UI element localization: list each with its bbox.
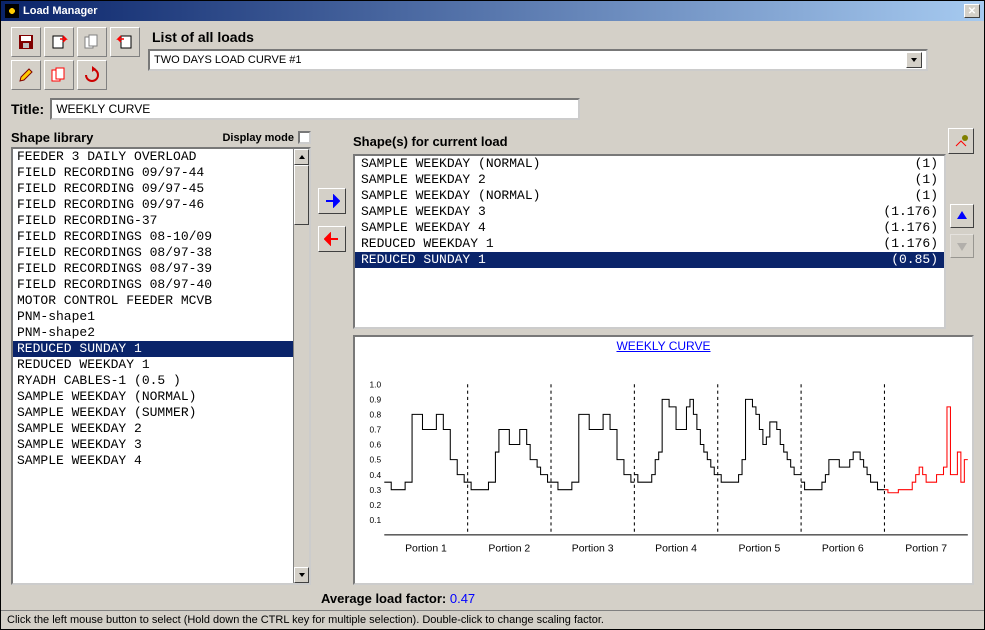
shapes-for-load-label: Shape(s) for current load xyxy=(353,132,508,151)
svg-text:0.7: 0.7 xyxy=(370,425,382,435)
list-item[interactable]: MOTOR CONTROL FEEDER MCVB xyxy=(13,293,293,309)
dropdown-arrow-icon xyxy=(906,52,922,68)
svg-text:Portion 4: Portion 4 xyxy=(655,544,697,555)
load-manager-window: Load Manager ✕ List of all loads TWO DAY… xyxy=(0,0,985,630)
shape-item[interactable]: SAMPLE WEEKDAY (NORMAL)(1) xyxy=(355,156,944,172)
edit-button[interactable] xyxy=(11,60,41,90)
shape-library-list[interactable]: FEEDER 3 DAILY OVERLOADFIELD RECORDING 0… xyxy=(11,147,311,585)
save-button[interactable] xyxy=(11,27,41,57)
svg-text:Portion 3: Portion 3 xyxy=(572,544,614,555)
list-item[interactable]: FIELD RECORDINGS 08/97-39 xyxy=(13,261,293,277)
avg-load-label: Average load factor: xyxy=(321,591,446,606)
shape-library-label: Shape library xyxy=(11,130,93,145)
svg-text:0.4: 0.4 xyxy=(370,470,382,480)
chart-title: WEEKLY CURVE xyxy=(355,337,972,355)
list-item[interactable]: FIELD RECORDING-37 xyxy=(13,213,293,229)
list-item[interactable]: REDUCED SUNDAY 1 xyxy=(13,341,293,357)
scroll-up-button[interactable] xyxy=(294,149,309,165)
list-item[interactable]: SAMPLE WEEKDAY 4 xyxy=(13,453,293,469)
svg-text:0.9: 0.9 xyxy=(370,394,382,404)
svg-text:0.8: 0.8 xyxy=(370,410,382,420)
move-up-button[interactable] xyxy=(950,204,974,228)
svg-text:Portion 2: Portion 2 xyxy=(488,544,530,555)
display-mode-label: Display mode xyxy=(222,132,294,144)
status-bar: Click the left mouse button to select (H… xyxy=(1,610,984,629)
svg-text:0.3: 0.3 xyxy=(370,485,382,495)
window-title: Load Manager xyxy=(23,5,98,17)
svg-text:Portion 1: Portion 1 xyxy=(405,544,447,555)
scroll-down-button[interactable] xyxy=(294,567,309,583)
loads-dropdown[interactable]: TWO DAYS LOAD CURVE #1 xyxy=(148,49,928,71)
shape-item[interactable]: SAMPLE WEEKDAY 2(1) xyxy=(355,172,944,188)
shape-item[interactable]: SAMPLE WEEKDAY 4(1.176) xyxy=(355,220,944,236)
svg-text:0.5: 0.5 xyxy=(370,455,382,465)
shape-item[interactable]: REDUCED SUNDAY 1(0.85) xyxy=(355,252,944,268)
list-item[interactable]: PNM-shape1 xyxy=(13,309,293,325)
scrollbar[interactable] xyxy=(293,149,309,583)
list-item[interactable]: SAMPLE WEEKDAY 2 xyxy=(13,421,293,437)
svg-text:Portion 6: Portion 6 xyxy=(822,544,864,555)
list-item[interactable]: FIELD RECORDINGS 08/97-40 xyxy=(13,277,293,293)
list-of-loads-label: List of all loads xyxy=(148,27,974,49)
loads-dropdown-value: TWO DAYS LOAD CURVE #1 xyxy=(154,54,302,66)
list-item[interactable]: SAMPLE WEEKDAY 3 xyxy=(13,437,293,453)
list-item[interactable]: RYADH CABLES-1 (0.5 ) xyxy=(13,373,293,389)
chart-panel: WEEKLY CURVE 0.1 0.2 0.3 0.4 0.5 0.6 0.7 0.8 0.9… xyxy=(353,335,974,585)
remove-shape-button[interactable] xyxy=(318,226,346,252)
shape-item[interactable]: SAMPLE WEEKDAY (NORMAL)(1) xyxy=(355,188,944,204)
svg-text:Portion 7: Portion 7 xyxy=(905,544,947,555)
list-item[interactable]: PNM-shape2 xyxy=(13,325,293,341)
title-label: Title: xyxy=(11,101,44,117)
toolbar xyxy=(11,27,140,90)
list-item[interactable]: FIELD RECORDING 09/97-44 xyxy=(13,165,293,181)
export-button[interactable] xyxy=(110,27,140,57)
copy-doc-button[interactable] xyxy=(77,27,107,57)
shapes-for-load-list[interactable]: SAMPLE WEEKDAY (NORMAL)(1)SAMPLE WEEKDAY… xyxy=(353,154,946,329)
move-down-button[interactable] xyxy=(950,234,974,258)
list-item[interactable]: FIELD RECORDING 09/97-45 xyxy=(13,181,293,197)
list-item[interactable]: SAMPLE WEEKDAY (NORMAL) xyxy=(13,389,293,405)
list-item[interactable]: SAMPLE WEEKDAY (SUMMER) xyxy=(13,405,293,421)
weekly-curve-chart: 0.1 0.2 0.3 0.4 0.5 0.6 0.7 0.8 0.9 1.0 Portion 1 P… xyxy=(355,355,972,583)
shape-item[interactable]: SAMPLE WEEKDAY 3(1.176) xyxy=(355,204,944,220)
list-item[interactable]: FEEDER 3 DAILY OVERLOAD xyxy=(13,149,293,165)
display-mode-checkbox[interactable] xyxy=(298,131,311,144)
svg-text:1.0: 1.0 xyxy=(370,379,382,389)
svg-text:0.1: 0.1 xyxy=(370,515,382,525)
list-item[interactable]: FIELD RECORDING 09/97-46 xyxy=(13,197,293,213)
list-item[interactable]: REDUCED WEEKDAY 1 xyxy=(13,357,293,373)
avg-load-value: 0.47 xyxy=(450,591,475,606)
title-input[interactable] xyxy=(50,98,580,120)
scroll-thumb[interactable] xyxy=(294,165,309,225)
close-button[interactable]: ✕ xyxy=(964,4,980,18)
docs-button[interactable] xyxy=(44,60,74,90)
titlebar: Load Manager ✕ xyxy=(1,1,984,21)
import-button[interactable] xyxy=(44,27,74,57)
add-shape-button[interactable] xyxy=(318,188,346,214)
app-icon xyxy=(5,4,19,18)
list-item[interactable]: FIELD RECORDINGS 08-10/09 xyxy=(13,229,293,245)
refresh-button[interactable] xyxy=(77,60,107,90)
list-item[interactable]: FIELD RECORDINGS 08/97-38 xyxy=(13,245,293,261)
svg-text:Portion 5: Portion 5 xyxy=(739,544,781,555)
shapes-tool-button[interactable] xyxy=(948,128,974,154)
svg-text:0.6: 0.6 xyxy=(370,440,382,450)
svg-text:0.2: 0.2 xyxy=(370,500,382,510)
shape-item[interactable]: REDUCED WEEKDAY 1(1.176) xyxy=(355,236,944,252)
